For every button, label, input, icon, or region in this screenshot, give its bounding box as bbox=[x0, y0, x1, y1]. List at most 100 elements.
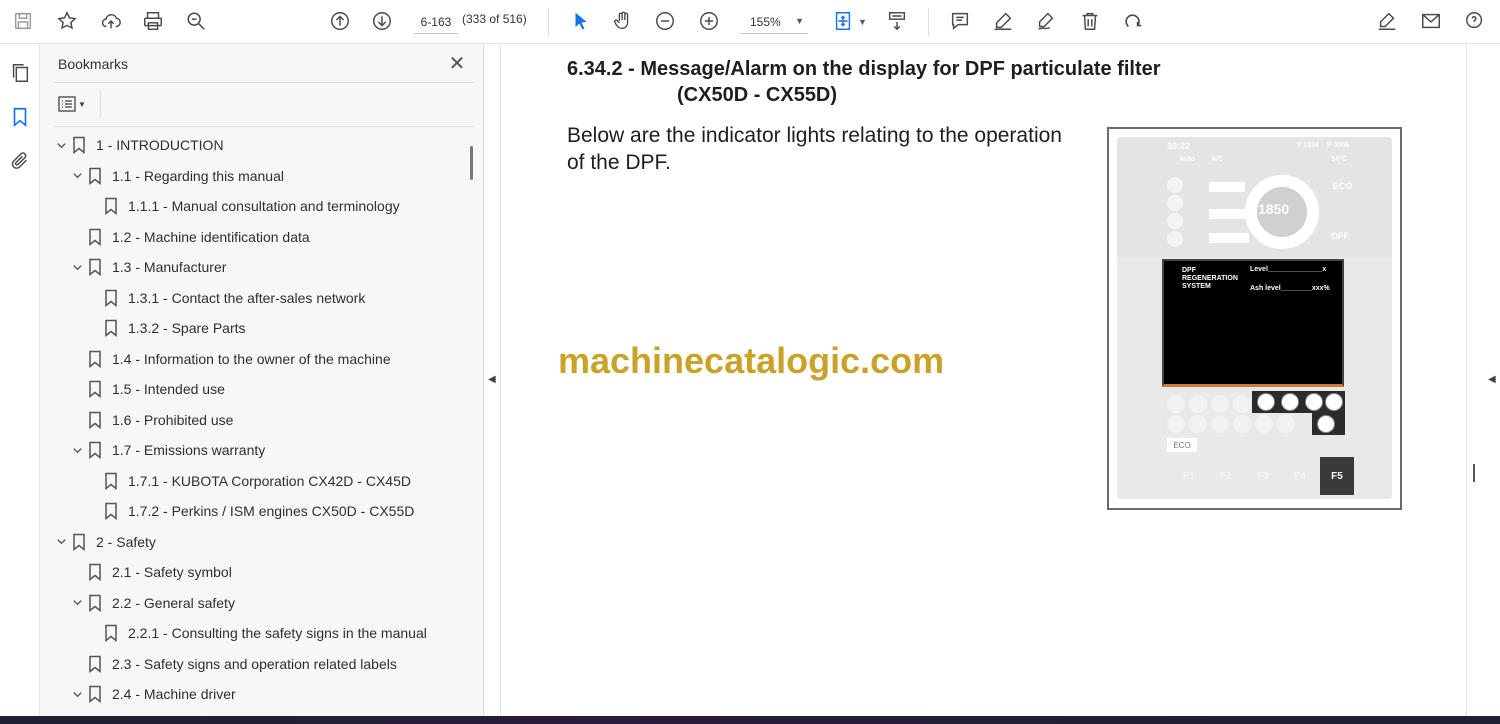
page-number-input[interactable]: 6-163 bbox=[414, 10, 458, 34]
attachments-icon[interactable] bbox=[7, 148, 33, 174]
bookmark-item[interactable]: 1.7.1 - KUBOTA Corporation CX42D - CX45D bbox=[86, 469, 411, 493]
display-ac-label: A/C bbox=[1211, 156, 1224, 163]
chevron-down-icon[interactable] bbox=[70, 597, 84, 608]
collapse-left-panel-icon[interactable]: ◀ bbox=[488, 374, 496, 385]
bookmark-label: 1.2 - Machine identification data bbox=[112, 228, 310, 245]
display-off-label: OFF bbox=[1331, 231, 1349, 241]
display-key bbox=[1255, 415, 1273, 433]
bookmark-item[interactable]: 1.7.2 - Perkins / ISM engines CX50D - CX… bbox=[86, 499, 414, 523]
fit-page-caret-icon[interactable]: ▼ bbox=[858, 17, 867, 27]
dpf-stop-key-icon bbox=[1305, 393, 1323, 411]
bookmarks-icon[interactable] bbox=[7, 104, 33, 130]
display-p-value: P 0006 bbox=[1327, 142, 1350, 149]
bookmark-label: 2.4 - Machine driver bbox=[112, 686, 236, 702]
display-key bbox=[1167, 415, 1185, 433]
highlight-pen-icon[interactable] bbox=[988, 6, 1018, 36]
fit-page-icon[interactable] bbox=[828, 6, 858, 36]
taskbar-edge bbox=[0, 716, 1500, 724]
chevron-down-icon[interactable] bbox=[70, 262, 84, 273]
display-key bbox=[1211, 395, 1229, 413]
chevron-down-icon[interactable] bbox=[70, 689, 84, 700]
zoom-search-icon[interactable] bbox=[181, 6, 211, 36]
bookmark-item[interactable]: 2 - Safety bbox=[54, 530, 156, 554]
bookmark-item[interactable]: 1.1.1 - Manual consultation and terminol… bbox=[86, 194, 400, 218]
chevron-down-icon[interactable] bbox=[70, 445, 84, 456]
divider bbox=[100, 90, 101, 118]
f3-key: F3 bbox=[1257, 470, 1269, 482]
bookmark-item[interactable]: 2.4 - Machine driver bbox=[70, 682, 236, 706]
dpf-screen: DPF REGENERATION SYSTEM Level___________… bbox=[1162, 259, 1344, 387]
scrollbar-thumb[interactable] bbox=[470, 146, 473, 180]
next-page-icon[interactable] bbox=[367, 6, 397, 36]
sign-icon[interactable] bbox=[1372, 6, 1402, 36]
bookmark-item[interactable]: 1.5 - Intended use bbox=[70, 377, 225, 401]
print-icon[interactable] bbox=[138, 6, 168, 36]
chevron-down-icon[interactable] bbox=[70, 170, 84, 181]
mail-icon[interactable] bbox=[1416, 6, 1446, 36]
zoom-in-icon[interactable] bbox=[694, 6, 724, 36]
bookmark-label: 1 - INTRODUCTION bbox=[96, 137, 224, 153]
bookmark-options-button[interactable]: ▼ bbox=[58, 93, 94, 115]
panel-scrollbar[interactable] bbox=[470, 130, 480, 714]
display-indicator-icon bbox=[1167, 213, 1183, 229]
display-level-bar bbox=[1209, 182, 1245, 192]
screen-dpf-label: DPF bbox=[1182, 267, 1196, 274]
bookmark-icon bbox=[88, 594, 104, 612]
dpf-minus-key-icon bbox=[1325, 393, 1343, 411]
help-icon[interactable] bbox=[1460, 6, 1490, 36]
delete-icon[interactable] bbox=[1075, 6, 1105, 36]
expand-right-panel-icon[interactable]: ◀ bbox=[1488, 374, 1496, 385]
hand-tool-icon[interactable] bbox=[608, 6, 638, 36]
dpf-regeneration-key-icon bbox=[1257, 393, 1275, 411]
section-heading-models: (CX50D - CX55D) bbox=[677, 84, 838, 106]
bookmark-item[interactable]: 1.7 - Emissions warranty bbox=[70, 438, 265, 462]
bookmark-item[interactable]: 1.3.1 - Contact the after-sales network bbox=[86, 286, 365, 310]
display-indicator-icon bbox=[1167, 177, 1183, 193]
page-thumbnails-icon[interactable] bbox=[7, 60, 33, 86]
select-cursor-icon[interactable] bbox=[566, 6, 596, 36]
bookmark-label: 2 - Safety bbox=[96, 533, 156, 550]
chevron-down-icon[interactable] bbox=[54, 536, 68, 547]
comment-icon[interactable] bbox=[945, 6, 975, 36]
draw-icon[interactable] bbox=[1031, 6, 1061, 36]
f1-key: F1 bbox=[1183, 470, 1195, 482]
bookmark-item[interactable]: 1.6 - Prohibited use bbox=[70, 408, 233, 432]
bookmark-icon bbox=[88, 228, 104, 246]
previous-page-icon[interactable] bbox=[325, 6, 355, 36]
display-t-value: T 1034 bbox=[1297, 142, 1319, 149]
display-figure: 10:22 T 1034 P 0006 Auto A/C 14°C 1850 E… bbox=[1107, 127, 1402, 510]
screen-ash-level-label: Ash level________xxx% bbox=[1250, 285, 1330, 292]
chevron-down-icon[interactable] bbox=[54, 140, 68, 151]
save-icon[interactable] bbox=[8, 6, 38, 36]
bookmark-item[interactable]: 2.2 - General safety bbox=[70, 591, 235, 615]
dpf-filter-key-icon bbox=[1281, 393, 1299, 411]
machine-display: 10:22 T 1034 P 0006 Auto A/C 14°C 1850 E… bbox=[1117, 137, 1392, 499]
navigation-rail bbox=[0, 44, 40, 716]
bookmark-item[interactable]: 1.2 - Machine identification data bbox=[70, 225, 310, 249]
document-view: ◀ ◀ 6.34.2 - Message/Alarm on the displa… bbox=[484, 44, 1500, 716]
undo-icon[interactable] bbox=[1118, 6, 1148, 36]
section-heading: 6.34.2 - Message/Alarm on the display fo… bbox=[567, 58, 1161, 80]
bookmark-icon bbox=[88, 258, 104, 276]
f2-key: F2 bbox=[1220, 470, 1232, 482]
bookmark-item[interactable]: 1.3 - Manufacturer bbox=[70, 255, 226, 279]
toolbar-divider bbox=[548, 8, 549, 36]
bookmark-item[interactable]: 1 - INTRODUCTION bbox=[54, 133, 224, 157]
eco-key: ECO bbox=[1167, 438, 1197, 452]
scroll-mode-icon[interactable] bbox=[882, 6, 912, 36]
bookmark-item[interactable]: 2.1 - Safety symbol bbox=[70, 560, 232, 584]
zoom-out-icon[interactable] bbox=[650, 6, 680, 36]
bookmark-icon bbox=[88, 350, 104, 368]
bookmark-item[interactable]: 1.1 - Regarding this manual bbox=[70, 164, 284, 188]
close-panel-button[interactable]: ✕ bbox=[446, 52, 468, 75]
star-icon[interactable] bbox=[52, 6, 82, 36]
zoom-select[interactable]: 155% ▼ bbox=[740, 10, 808, 34]
bookmark-item[interactable]: 2.3 - Safety signs and operation related… bbox=[70, 652, 397, 676]
bookmark-item[interactable]: 1.4 - Information to the owner of the ma… bbox=[70, 347, 391, 371]
cloud-upload-icon[interactable] bbox=[96, 6, 126, 36]
panel-title: Bookmarks bbox=[58, 56, 129, 72]
bookmark-item[interactable]: 2.2.1 - Consulting the safety signs in t… bbox=[86, 621, 427, 645]
document-scrollbar-thumb[interactable] bbox=[1473, 464, 1475, 482]
bookmark-item[interactable]: 1.3.2 - Spare Parts bbox=[86, 316, 246, 340]
toolbar: 6-163 (333 of 516) 155% ▼ ▼ bbox=[0, 0, 1500, 44]
